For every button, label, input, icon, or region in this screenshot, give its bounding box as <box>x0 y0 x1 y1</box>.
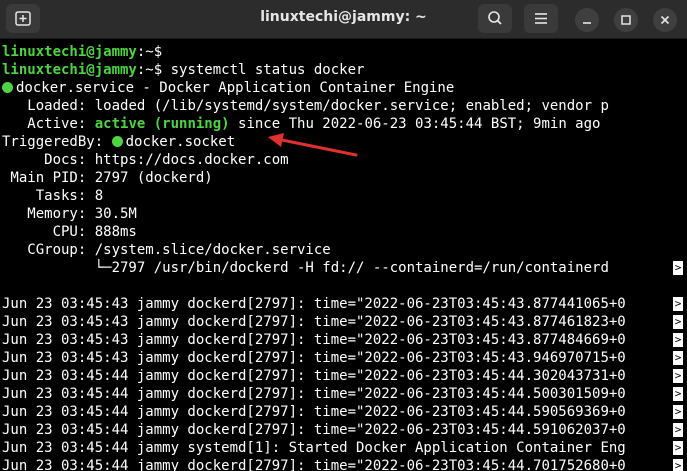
close-icon <box>660 15 670 25</box>
terminal-window: linuxtechi@jammy: ~ linuxtechi@jammy:~$ … <box>0 0 687 471</box>
maximize-icon <box>621 15 631 25</box>
close-button[interactable] <box>653 8 677 32</box>
menu-button[interactable] <box>524 4 558 33</box>
minimize-button[interactable] <box>575 8 599 32</box>
search-button[interactable] <box>478 4 512 33</box>
annotation-arrow-icon <box>268 133 358 157</box>
search-icon <box>488 11 502 25</box>
maximize-button[interactable] <box>614 8 638 32</box>
terminal-output[interactable]: linuxtechi@jammy:~$ linuxtechi@jammy:~$ … <box>0 39 687 471</box>
hamburger-menu-icon <box>535 13 547 24</box>
title-bar: linuxtechi@jammy: ~ <box>0 0 687 39</box>
minimize-icon <box>583 22 591 24</box>
